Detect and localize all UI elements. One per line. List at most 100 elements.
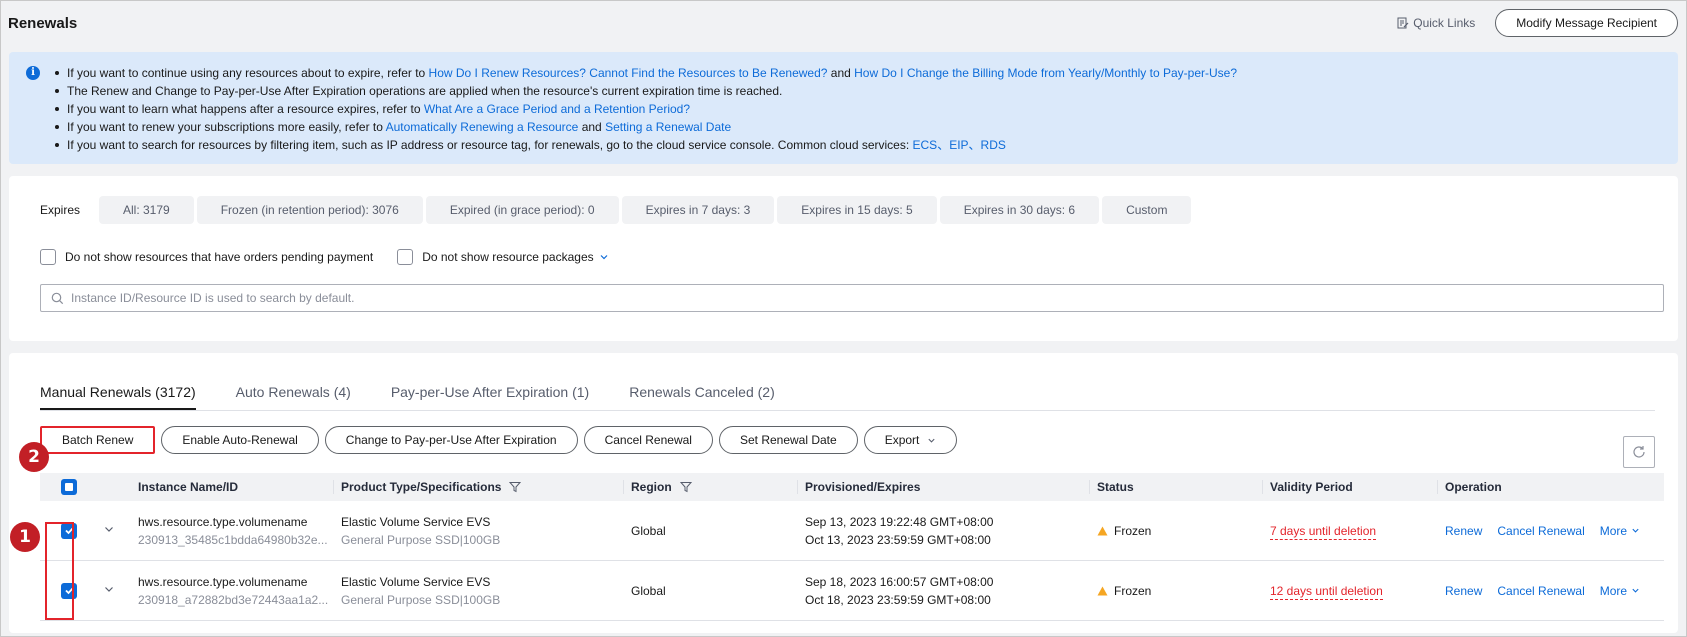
expand-row-icon[interactable]: [103, 523, 115, 538]
quick-links-link[interactable]: Quick Links: [1397, 16, 1475, 30]
info-line-3: If you want to learn what happens after …: [51, 100, 1678, 118]
chip-frozen[interactable]: Frozen (in retention period): 3076: [196, 196, 423, 224]
table-row: hws.resource.type.volumename 230913_3548…: [40, 501, 1664, 561]
filter-panel: Expires All: 3179 Frozen (in retention p…: [9, 176, 1678, 341]
more-dropdown[interactable]: More: [1600, 524, 1640, 538]
search-icon: [51, 292, 64, 304]
tab-renewals-canceled[interactable]: Renewals Canceled (2): [629, 384, 775, 410]
info-line-2: The Renew and Change to Pay-per-Use Afte…: [51, 82, 1678, 100]
setting-renewal-date-link[interactable]: Setting a Renewal Date: [605, 120, 731, 134]
cancel-renewal-link[interactable]: Cancel Renewal: [1497, 584, 1584, 598]
expand-row-icon[interactable]: [103, 583, 115, 598]
hide-pending-payment-label: Do not show resources that have orders p…: [65, 250, 374, 264]
expires-time: Oct 18, 2023 23:59:59 GMT+08:00: [805, 592, 991, 607]
page-title: Renewals: [8, 14, 78, 32]
chip-all[interactable]: All: 3179: [99, 196, 194, 224]
validity-text[interactable]: 7 days until deletion: [1270, 523, 1377, 540]
validity-text[interactable]: 12 days until deletion: [1270, 583, 1383, 600]
validity-cell: 7 days until deletion: [1262, 523, 1437, 540]
enable-auto-renewal-button[interactable]: Enable Auto-Renewal: [161, 426, 319, 454]
search-input[interactable]: Instance ID/Resource ID is used to searc…: [40, 284, 1664, 312]
renew-resources-link[interactable]: How Do I Renew Resources? Cannot Find th…: [429, 66, 828, 80]
status-text: Frozen: [1114, 523, 1152, 538]
info-notice: i If you want to continue using any reso…: [9, 52, 1678, 164]
auto-renewing-link[interactable]: Automatically Renewing a Resource: [386, 120, 579, 134]
instance-id: 230918_a72882bd3e72443aa1a2...: [138, 592, 329, 607]
batch-renew-button[interactable]: Batch Renew: [40, 426, 156, 454]
step-badge-2: 2: [19, 442, 49, 472]
status-text: Frozen: [1114, 583, 1152, 598]
instance-name: hws.resource.type.volumename: [138, 514, 308, 529]
export-button[interactable]: Export: [863, 426, 958, 454]
page-header: Renewals Quick Links Modify Message Reci…: [1, 1, 1686, 45]
export-label: Export: [884, 433, 920, 447]
chip-7-days[interactable]: Expires in 7 days: 3: [621, 196, 775, 224]
tab-auto-renewals[interactable]: Auto Renewals (4): [236, 384, 351, 410]
header-validity: Validity Period: [1262, 473, 1437, 501]
instance-cell: hws.resource.type.volumename 230913_3548…: [130, 515, 333, 547]
header-provisioned: Provisioned/Expires: [797, 473, 1089, 501]
info-line-5: If you want to search for resources by f…: [51, 136, 1678, 154]
change-to-pay-per-use-button[interactable]: Change to Pay-per-Use After Expiration: [324, 426, 578, 454]
more-dropdown[interactable]: More: [1600, 584, 1640, 598]
tab-pay-per-use[interactable]: Pay-per-Use After Expiration (1): [391, 384, 589, 410]
set-renewal-date-button[interactable]: Set Renewal Date: [718, 426, 858, 454]
filter-icon[interactable]: [679, 481, 692, 493]
renewal-tabs: Manual Renewals (3172) Auto Renewals (4)…: [40, 353, 1655, 411]
cancel-renewal-link[interactable]: Cancel Renewal: [1497, 524, 1584, 538]
checkbox-row: Do not show resources that have orders p…: [40, 249, 1655, 265]
tab-manual-renewals[interactable]: Manual Renewals (3172): [40, 384, 196, 410]
renew-link[interactable]: Renew: [1445, 524, 1482, 538]
product-spec: General Purpose SSD|100GB: [341, 592, 501, 607]
table-header: Instance Name/ID Product Type/Specificat…: [40, 473, 1664, 501]
step-badge-1: 1: [10, 522, 40, 552]
table-toolbar: Batch Renew Enable Auto-Renewal Change t…: [40, 426, 1655, 454]
select-all-cell: [40, 473, 130, 501]
modify-message-recipient-button[interactable]: Modify Message Recipient: [1495, 9, 1678, 37]
select-all-checkbox[interactable]: [61, 479, 77, 495]
info-icon: i: [26, 66, 40, 80]
cloud-services-link[interactable]: ECS、EIP、RDS: [913, 138, 1006, 152]
renew-link[interactable]: Renew: [1445, 584, 1482, 598]
product-spec: General Purpose SSD|100GB: [341, 532, 501, 547]
cancel-renewal-button[interactable]: Cancel Renewal: [583, 426, 713, 454]
chevron-down-icon[interactable]: [599, 252, 609, 262]
info-line-4: If you want to renew your subscriptions …: [51, 118, 1678, 136]
table-row: hws.resource.type.volumename 230918_a728…: [40, 561, 1664, 621]
change-billing-mode-link[interactable]: How Do I Change the Billing Mode from Ye…: [854, 66, 1237, 80]
renewals-table-panel: Manual Renewals (3172) Auto Renewals (4)…: [9, 353, 1678, 633]
provisioned-time: Sep 18, 2023 16:00:57 GMT+08:00: [805, 574, 994, 589]
operation-cell: Renew Cancel Renewal More: [1437, 524, 1654, 538]
operation-cell: Renew Cancel Renewal More: [1437, 584, 1654, 598]
grace-retention-period-link[interactable]: What Are a Grace Period and a Retention …: [424, 102, 690, 116]
chip-30-days[interactable]: Expires in 30 days: 6: [939, 196, 1100, 224]
chip-15-days[interactable]: Expires in 15 days: 5: [777, 196, 937, 224]
header-instance: Instance Name/ID: [138, 480, 239, 494]
refresh-button[interactable]: [1623, 436, 1655, 468]
chevron-down-icon: [1632, 588, 1639, 593]
hide-pending-payment-checkbox[interactable]: [40, 249, 56, 265]
region-cell: Global: [631, 523, 666, 538]
refresh-icon: [1633, 446, 1645, 458]
hide-resource-packages-checkbox[interactable]: [397, 249, 414, 265]
product-type: Elastic Volume Service EVS: [341, 574, 491, 589]
instance-name: hws.resource.type.volumename: [138, 574, 308, 589]
hide-pending-payment-option[interactable]: Do not show resources that have orders p…: [40, 249, 373, 265]
chevron-down-icon: [928, 438, 935, 443]
info-line-1: If you want to continue using any resour…: [51, 64, 1678, 82]
expires-filter: Expires All: 3179 Frozen (in retention p…: [32, 196, 1655, 224]
chip-expired[interactable]: Expired (in grace period): 0: [425, 196, 619, 224]
product-cell: Elastic Volume Service EVS General Purpo…: [333, 575, 623, 607]
warning-icon: [1097, 526, 1108, 536]
filter-icon[interactable]: [509, 481, 522, 493]
renewals-table: Instance Name/ID Product Type/Specificat…: [40, 473, 1664, 621]
chevron-down-icon: [1632, 528, 1639, 533]
chip-custom[interactable]: Custom: [1102, 196, 1192, 224]
status-cell: Frozen: [1089, 584, 1262, 598]
renewals-page: Renewals Quick Links Modify Message Reci…: [0, 0, 1687, 637]
search-placeholder: Instance ID/Resource ID is used to searc…: [71, 291, 355, 305]
provisioned-time: Sep 13, 2023 19:22:48 GMT+08:00: [805, 514, 994, 529]
hide-resource-packages-option[interactable]: Do not show resource packages: [397, 249, 608, 265]
status-cell: Frozen: [1089, 524, 1262, 538]
header-region: Region: [623, 473, 797, 501]
